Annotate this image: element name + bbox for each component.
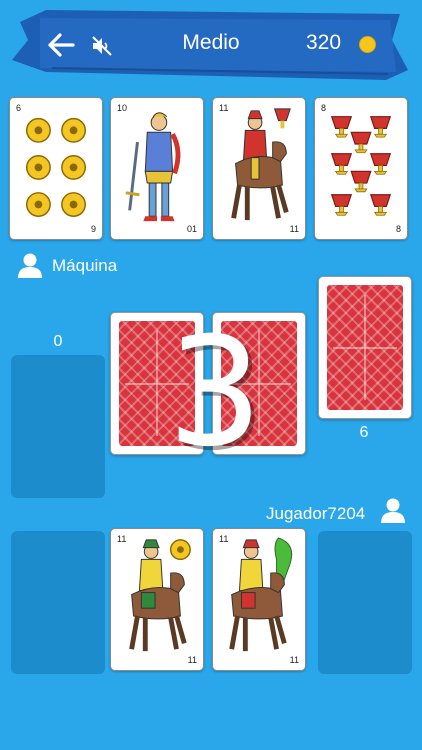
top-card-copas-8: 8 8 xyxy=(314,97,408,240)
player-capture-pile xyxy=(11,531,105,674)
eight-cups-icon xyxy=(330,116,392,216)
coin-balance: 320 xyxy=(306,31,342,54)
hand-card-oros-11[interactable]: 11 11 xyxy=(110,528,204,671)
hand-card-bastos-11[interactable]: 11 11 xyxy=(212,528,306,671)
back-button[interactable] xyxy=(44,28,78,62)
arrow-left-icon xyxy=(48,33,75,57)
opponent-score: 0 xyxy=(53,333,63,350)
gold-coins-icon xyxy=(25,117,87,217)
mute-button[interactable] xyxy=(88,32,116,60)
difficulty-title: Medio xyxy=(182,31,240,54)
clubs-knight-icon xyxy=(229,537,293,652)
countdown-number: 3 xyxy=(167,306,263,480)
top-card-oros-6: 6 9 xyxy=(9,97,103,240)
coins-knight-icon xyxy=(129,539,191,652)
player-avatar-icon xyxy=(381,498,405,523)
deck-remaining-count: 6 xyxy=(359,424,369,441)
top-card-copas-11: 11 11 xyxy=(212,97,306,240)
player-hand-empty-slot xyxy=(318,531,412,674)
gold-coin-icon xyxy=(359,36,376,53)
sword-page-icon xyxy=(125,112,181,222)
opponent-name: Máquina xyxy=(52,256,118,275)
cups-knight-icon xyxy=(231,108,291,221)
sound-off-icon xyxy=(92,36,112,56)
top-card-espadas-10: 10 01 xyxy=(110,97,204,240)
deck-pile[interactable] xyxy=(318,276,412,419)
opponent-capture-pile xyxy=(11,355,105,498)
header-bar: Medio 320 xyxy=(0,0,422,90)
player-name: Jugador7204 xyxy=(266,504,366,523)
opponent-avatar-icon xyxy=(18,253,42,278)
